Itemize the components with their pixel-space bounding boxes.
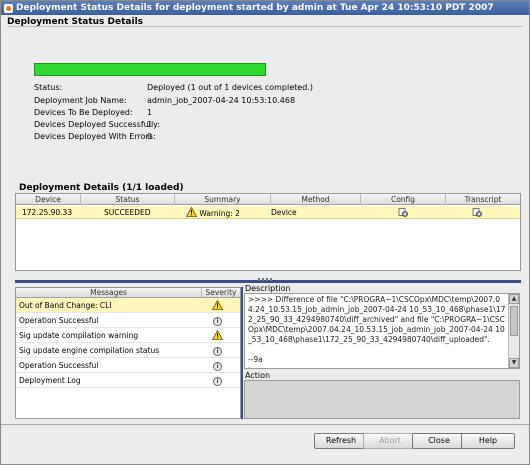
description-scrollbar[interactable]: ▲ ▼: [508, 294, 519, 368]
warning-icon: [211, 299, 224, 312]
devices-success-value: 1: [147, 120, 153, 129]
message-text: Operation Successful: [19, 361, 99, 370]
message-row[interactable]: Sig update engine compilation status i: [16, 343, 240, 358]
deployment-details-heading: Deployment Details (1/1 loaded): [19, 183, 184, 193]
job-name-value: admin_job_2007-04-24 10:53:10.468: [147, 96, 296, 105]
message-row[interactable]: Out of Band Change: CLI: [16, 298, 240, 313]
action-label: Action: [245, 371, 271, 380]
devices-errors-label: Devices Deployed With Errors:: [34, 132, 156, 141]
abort-button[interactable]: Abort: [363, 433, 417, 449]
status-label: Status:: [34, 83, 63, 92]
message-row[interactable]: Operation Successful i: [16, 313, 240, 328]
devices-to-deploy-value: 1: [147, 108, 153, 117]
job-name-label: Deployment Job Name:: [34, 96, 127, 105]
action-box: [244, 380, 520, 419]
scroll-up-arrow[interactable]: ▲: [509, 294, 519, 304]
config-cell[interactable]: [398, 208, 409, 221]
warning-icon: [185, 206, 198, 217]
info-icon: i: [213, 361, 222, 371]
method-cell: Device: [271, 208, 297, 217]
messages-header: Messages Severity: [16, 288, 240, 298]
title-bar[interactable]: Deployment Status Details for deployment…: [1, 1, 529, 15]
footer-divider: [1, 424, 529, 425]
heading-divider: [7, 26, 523, 27]
devices-success-label: Devices Deployed Successfully:: [34, 120, 161, 129]
message-text: Sig update compilation warning: [19, 331, 139, 340]
config-document-icon[interactable]: [398, 208, 409, 217]
refresh-button[interactable]: Refresh: [314, 433, 368, 449]
deployment-status-window: Deployment Status Details for deployment…: [0, 0, 530, 465]
warning-icon: [211, 329, 224, 342]
devices-errors-value: 0: [147, 132, 153, 141]
message-row[interactable]: Deployment Log i: [16, 373, 240, 388]
scroll-thumb[interactable]: [510, 306, 518, 336]
deployment-progress-bar: [34, 63, 266, 76]
app-icon: [4, 3, 13, 13]
column-messages[interactable]: Messages: [16, 288, 202, 298]
column-status[interactable]: Status: [81, 194, 175, 205]
message-text: Out of Band Change: CLI: [19, 301, 112, 310]
status-cell: SUCCEEDED: [104, 208, 151, 217]
device-cell: 172.25.90.33: [22, 208, 73, 217]
description-label: Description: [245, 284, 291, 293]
column-severity[interactable]: Severity: [202, 288, 240, 298]
message-text: Deployment Log: [19, 376, 81, 385]
status-value: Deployed (1 out of 1 devices completed.): [147, 83, 313, 92]
info-icon: i: [213, 316, 222, 326]
column-device[interactable]: Device: [16, 194, 81, 205]
devices-to-deploy-label: Devices To Be Deployed:: [34, 108, 133, 117]
help-button[interactable]: Help: [461, 433, 515, 449]
transcript-document-icon[interactable]: [472, 208, 483, 217]
message-row[interactable]: Sig update compilation warning: [16, 328, 240, 343]
splitter-grip[interactable]: [258, 278, 274, 281]
summary-text: Warning: 2: [199, 209, 240, 218]
table-header: Device Status Summary Method Config Tran…: [16, 194, 520, 205]
window-title: Deployment Status Details for deployment…: [16, 3, 494, 13]
column-summary[interactable]: Summary: [175, 194, 271, 205]
column-method[interactable]: Method: [271, 194, 361, 205]
messages-table: Messages Severity Out of Band Change: CL…: [15, 287, 241, 419]
description-text: >>>> Difference of file "C:\PROGRA~1\CSC…: [248, 295, 506, 368]
description-box[interactable]: >>>> Difference of file "C:\PROGRA~1\CSC…: [244, 293, 520, 369]
deployment-details-table: Device Status Summary Method Config Tran…: [15, 193, 521, 271]
transcript-cell[interactable]: [472, 208, 483, 221]
close-button[interactable]: Close: [412, 433, 466, 449]
summary-cell: Warning: 2: [185, 206, 240, 219]
info-icon: i: [213, 376, 222, 386]
info-icon: i: [213, 346, 222, 356]
column-config[interactable]: Config: [361, 194, 446, 205]
vertical-splitter[interactable]: [241, 287, 243, 419]
message-text: Operation Successful: [19, 316, 99, 325]
column-transcript[interactable]: Transcript: [446, 194, 520, 205]
scroll-down-arrow[interactable]: ▼: [509, 358, 519, 368]
table-row[interactable]: 172.25.90.33 SUCCEEDED Warning: 2 Device: [16, 206, 520, 219]
message-row[interactable]: Operation Successful i: [16, 358, 240, 373]
message-text: Sig update engine compilation status: [19, 346, 160, 355]
